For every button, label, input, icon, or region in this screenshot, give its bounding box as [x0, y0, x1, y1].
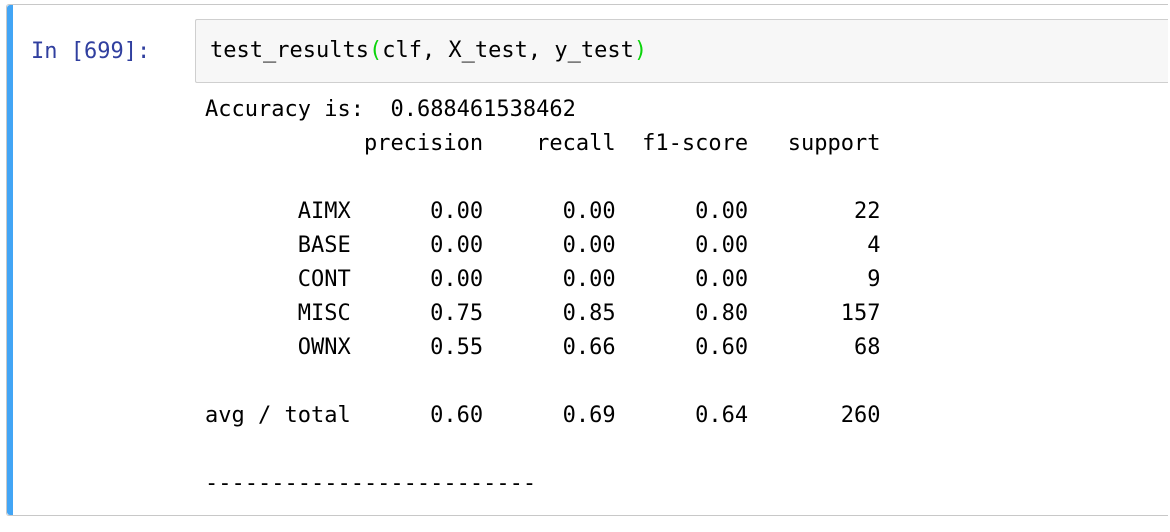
cell-selection-indicator: [7, 5, 13, 515]
support-value: 22: [748, 199, 881, 224]
row-label: CONT: [205, 267, 351, 292]
function-name: test_results: [210, 38, 369, 63]
support-value: 4: [748, 233, 881, 258]
report-row: CONT 0.00 0.00 0.00 9: [205, 267, 881, 292]
report-row-total: avg / total 0.60 0.69 0.64 260: [205, 403, 881, 428]
precision-value: 0.75: [350, 301, 484, 326]
report-row: MISC 0.75 0.85 0.80 157: [205, 301, 881, 326]
open-paren: (: [368, 38, 383, 63]
notebook-code-cell[interactable]: In [699]: test_results(clf, X_test, y_te…: [6, 4, 1168, 516]
accuracy-label: Accuracy is:: [205, 97, 364, 122]
precision-value: 0.55: [350, 335, 484, 360]
recall-value: 0.69: [483, 403, 616, 428]
close-paren: ): [633, 38, 648, 63]
f1-value: 0.00: [615, 199, 749, 224]
accuracy-line: Accuracy is: 0.688461538462: [205, 97, 576, 122]
accuracy-value: 0.688461538462: [390, 97, 576, 122]
row-label: AIMX: [205, 199, 351, 224]
support-value: 68: [748, 335, 881, 360]
code-line[interactable]: test_results(clf, X_test, y_test): [210, 36, 647, 66]
f1-value: 0.00: [615, 267, 749, 292]
input-prompt: In [699]:: [31, 39, 151, 64]
recall-value: 0.00: [483, 199, 616, 224]
precision-value: 0.00: [350, 199, 484, 224]
report-row: AIMX 0.00 0.00 0.00 22: [205, 199, 881, 224]
row-label: BASE: [205, 233, 351, 258]
precision-value: 0.60: [350, 403, 484, 428]
precision-value: 0.00: [350, 267, 484, 292]
row-label: OWNX: [205, 335, 351, 360]
report-row: OWNX 0.55 0.66 0.60 68: [205, 335, 881, 360]
support-value: 260: [748, 403, 881, 428]
precision-value: 0.00: [350, 233, 484, 258]
cell-output: Accuracy is: 0.688461538462 precision re…: [205, 93, 881, 501]
row-label: MISC: [205, 301, 351, 326]
support-value: 9: [748, 267, 881, 292]
separator-line: -------------------------: [205, 471, 537, 496]
f1-value: 0.00: [615, 233, 749, 258]
recall-value: 0.85: [483, 301, 616, 326]
column-header: f1-score: [615, 131, 749, 156]
f1-value: 0.64: [615, 403, 749, 428]
function-args: clf, X_test, y_test: [382, 38, 634, 63]
column-header: precision: [350, 131, 484, 156]
row-label: avg / total: [205, 403, 351, 428]
support-value: 157: [748, 301, 881, 326]
f1-value: 0.60: [615, 335, 749, 360]
report-row: BASE 0.00 0.00 0.00 4: [205, 233, 881, 258]
recall-value: 0.00: [483, 233, 616, 258]
recall-value: 0.00: [483, 267, 616, 292]
column-header: recall: [483, 131, 616, 156]
column-header: support: [748, 131, 881, 156]
recall-value: 0.66: [483, 335, 616, 360]
code-editor[interactable]: test_results(clf, X_test, y_test): [195, 19, 1168, 83]
f1-value: 0.80: [615, 301, 749, 326]
report-header: precision recall f1-score support: [205, 131, 881, 156]
